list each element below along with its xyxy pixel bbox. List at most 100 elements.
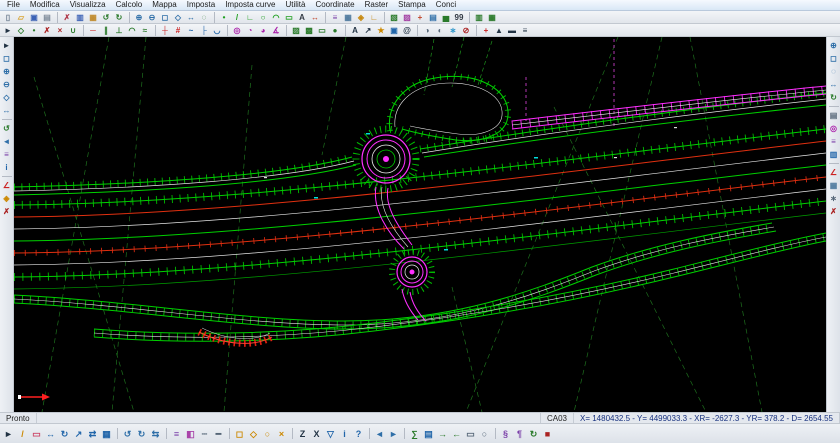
zoom-window-right-icon[interactable]: ◻ [828, 52, 840, 64]
coordinate-tool-icon[interactable]: + [414, 11, 426, 23]
menu-coordinate[interactable]: Coordinate [310, 0, 359, 10]
pan-left-icon[interactable]: ↔ [1, 104, 13, 116]
paste-icon[interactable]: ▦ [87, 11, 99, 23]
erase-mode-icon[interactable]: ✗ [1, 205, 13, 217]
info-bottom-icon[interactable]: i [338, 427, 351, 441]
zoom-previous-icon[interactable]: ↺ [121, 427, 134, 441]
lineweight-icon[interactable]: ━ [212, 427, 225, 441]
arc-tool-icon[interactable]: ◠ [270, 11, 282, 23]
pointer-bottom-icon[interactable]: ► [2, 427, 15, 441]
menu-calcolo[interactable]: Calcolo [111, 0, 148, 10]
undo-icon[interactable]: ↺ [100, 11, 112, 23]
grid-toggle-icon[interactable]: ▦ [342, 11, 354, 23]
redraw-left-icon[interactable]: ↺ [1, 122, 13, 134]
vertical-curve-icon[interactable]: ◡ [211, 24, 223, 36]
menu-raster[interactable]: Raster [360, 0, 394, 10]
area-hatch-icon[interactable]: ▨ [290, 24, 302, 36]
block-icon[interactable]: ▣ [388, 24, 400, 36]
chart-tool-icon[interactable]: ▅ [440, 11, 452, 23]
menu-stampa[interactable]: Stampa [393, 0, 431, 10]
import-icon[interactable]: ← [450, 427, 463, 441]
settings-right-icon[interactable]: ∗ [828, 192, 840, 204]
layer-manager-icon[interactable]: ≡ [170, 427, 183, 441]
lock-layer-icon[interactable]: ⊘ [460, 24, 472, 36]
text-tool-icon[interactable]: A [296, 11, 308, 23]
zoom-out-left-icon[interactable]: ⊖ [1, 78, 13, 90]
macro-icon[interactable]: ¶ [513, 427, 526, 441]
preview-icon[interactable]: ○ [478, 427, 491, 441]
menu-mappa[interactable]: Mappa [147, 0, 181, 10]
layers-right-icon[interactable]: ≡ [828, 135, 840, 147]
draw-perpendicular-icon[interactable]: ⊥ [113, 24, 125, 36]
draw-spline-icon[interactable]: ≈ [139, 24, 151, 36]
pan-view-icon[interactable]: ⇆ [149, 427, 162, 441]
color-picker-icon[interactable]: ◧ [184, 427, 197, 441]
regen-icon[interactable]: ↻ [828, 91, 840, 103]
rectangle-tool-icon[interactable]: ▭ [283, 11, 295, 23]
leader-icon[interactable]: ↗ [362, 24, 374, 36]
osnap-center-icon[interactable]: ○ [261, 427, 274, 441]
named-views-icon[interactable]: ▤ [828, 109, 840, 121]
island-icon[interactable]: ● [329, 24, 341, 36]
move-icon[interactable]: ↔ [44, 427, 57, 441]
zoom-realtime-icon[interactable]: ⊕ [828, 39, 840, 51]
insert-vertex-icon[interactable]: • [28, 24, 40, 36]
grid-right-icon[interactable]: ▦ [828, 179, 840, 191]
dimension-tool-icon[interactable]: ↔ [309, 11, 321, 23]
symbol-icon[interactable]: ★ [375, 24, 387, 36]
measure-right-icon[interactable]: ∠ [828, 166, 840, 178]
zoom-next-icon[interactable]: ↻ [135, 427, 148, 441]
zoom-out-icon[interactable]: ⊖ [146, 11, 158, 23]
station-ticks-icon[interactable]: ┼ [159, 24, 171, 36]
help-icon[interactable]: ? [352, 427, 365, 441]
delete-vertex-icon[interactable]: ✗ [41, 24, 53, 36]
cut-icon[interactable]: ✗ [61, 11, 73, 23]
osnap-intersection-icon[interactable]: × [275, 427, 288, 441]
point-tool-icon[interactable]: • [218, 11, 230, 23]
layers-icon[interactable]: ≡ [329, 11, 341, 23]
run-calc-icon[interactable]: ∑ [408, 427, 421, 441]
measure-coords-icon[interactable]: + [480, 24, 492, 36]
break-line-icon[interactable]: × [54, 24, 66, 36]
menu-imposta-curve[interactable]: Imposta curve [220, 0, 280, 10]
snap-left-icon[interactable]: ◈ [1, 192, 13, 204]
redo-icon[interactable]: ↻ [113, 11, 125, 23]
cross-section-table-icon[interactable]: ▥ [473, 11, 485, 23]
ortho-toggle-icon[interactable]: ∟ [368, 11, 380, 23]
zoom-extents-icon[interactable]: ◇ [172, 11, 184, 23]
polyline-tool-icon[interactable]: ∟ [244, 11, 256, 23]
mirror-icon[interactable]: ⇄ [86, 427, 99, 441]
menu-file[interactable]: File [2, 0, 25, 10]
fill-region-icon[interactable]: ▩ [303, 24, 315, 36]
attribute-icon[interactable]: @ [401, 24, 413, 36]
station-99-icon[interactable]: 99 [453, 11, 465, 23]
raster-tool-icon[interactable]: ▨ [401, 11, 413, 23]
copy-icon[interactable]: ▥ [74, 11, 86, 23]
draw-parallel-icon[interactable]: ∥ [100, 24, 112, 36]
scale-bar-icon[interactable]: ▬ [506, 24, 518, 36]
edit-vertex-icon[interactable]: ◇ [15, 24, 27, 36]
menu-imposta[interactable]: Imposta [182, 0, 220, 10]
export-icon[interactable]: → [436, 427, 449, 441]
erase-icon[interactable]: ▭ [30, 427, 43, 441]
new-file-icon[interactable]: ▯ [2, 11, 14, 23]
letter-x-tool-icon[interactable]: X [310, 427, 323, 441]
stop-icon[interactable]: ■ [541, 427, 554, 441]
section-marks-icon[interactable]: # [172, 24, 184, 36]
roundabout-tool-icon[interactable]: ◎ [231, 24, 243, 36]
boundary-icon[interactable]: ▭ [316, 24, 328, 36]
zoom-window-left-icon[interactable]: ◻ [1, 52, 13, 64]
osnap-endpoint-icon[interactable]: ◻ [233, 427, 246, 441]
layers-left-icon[interactable]: ≡ [1, 148, 13, 160]
script-icon[interactable]: § [499, 427, 512, 441]
pan-icon[interactable]: ↔ [185, 11, 197, 23]
line-tool-icon[interactable]: / [231, 11, 243, 23]
next-sheet-icon[interactable]: ► [387, 427, 400, 441]
filter-icon[interactable]: ▽ [324, 427, 337, 441]
pencil-draw-icon[interactable]: / [16, 427, 29, 441]
zoom-extents-left-icon[interactable]: ◇ [1, 91, 13, 103]
print-icon[interactable]: ▤ [41, 11, 53, 23]
prev-sheet-icon[interactable]: ◄ [373, 427, 386, 441]
array-icon[interactable]: ▦ [100, 427, 113, 441]
text-label-icon[interactable]: A [349, 24, 361, 36]
